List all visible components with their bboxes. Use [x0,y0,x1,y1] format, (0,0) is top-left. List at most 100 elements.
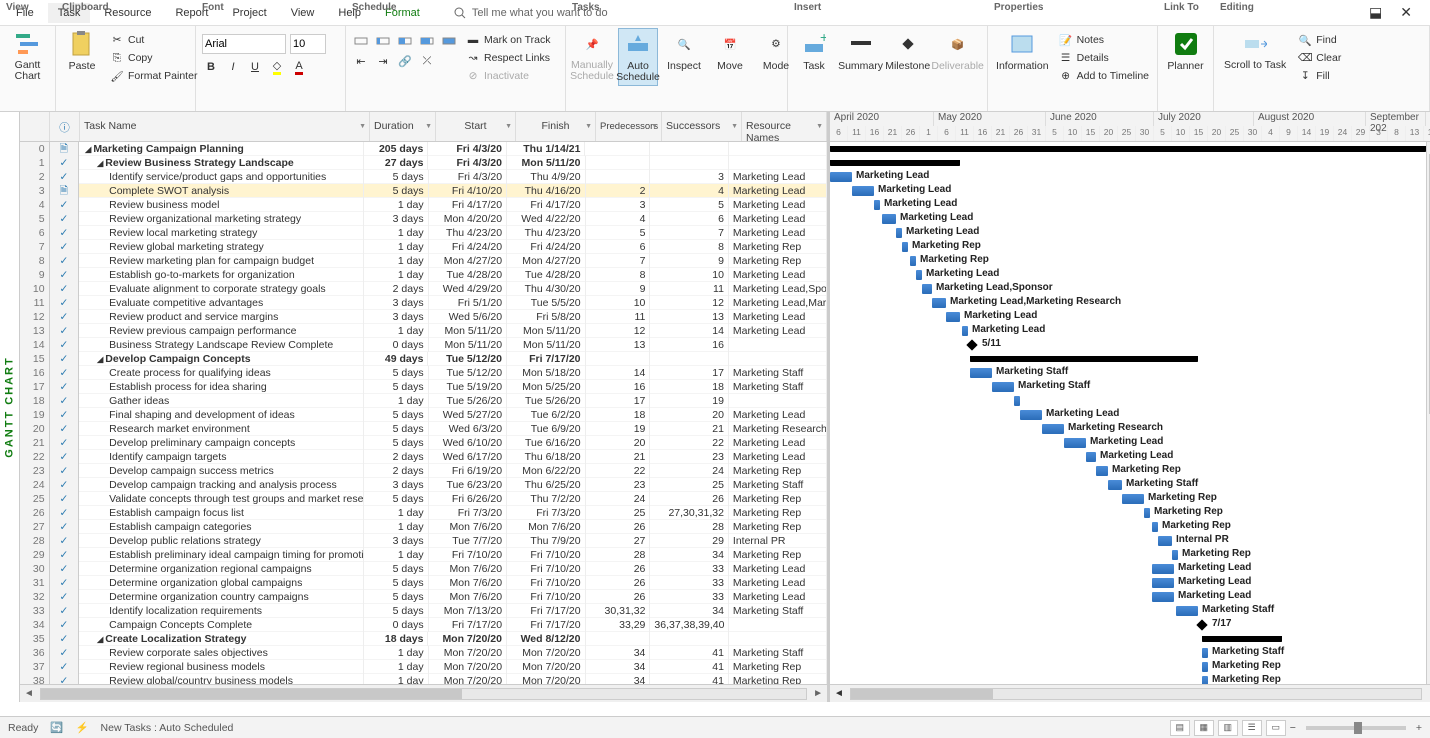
table-row[interactable]: 30✓Determine organization regional campa… [20,562,827,576]
cell-successors[interactable]: 11 [650,282,729,296]
table-row[interactable]: 6✓Review local marketing strategy1 dayTh… [20,226,827,240]
scroll-right-icon[interactable]: ► [813,688,823,699]
cell-duration[interactable]: 1 day [364,394,429,408]
summary-button[interactable]: Summary [840,28,881,74]
zoom-in-button[interactable]: + [1416,722,1422,734]
cell-task-name[interactable]: Determine organization regional campaign… [79,562,364,576]
cell-finish[interactable]: Fri 7/10/20 [507,576,586,590]
task-bar[interactable] [1172,550,1178,560]
cell-duration[interactable]: 1 day [364,198,429,212]
task-bar[interactable] [902,242,908,252]
cell-successors[interactable]: 20 [650,408,729,422]
cell-duration[interactable]: 5 days [364,366,429,380]
notes-button[interactable]: 📝Notes [1057,32,1151,48]
cell-duration[interactable]: 2 days [364,282,429,296]
cell-task-name[interactable]: Final shaping and development of ideas [79,408,364,422]
cell-start[interactable]: Wed 5/6/20 [429,310,508,324]
cell-successors[interactable]: 21 [650,422,729,436]
cell-predecessors[interactable]: 9 [586,282,651,296]
cell-start[interactable]: Mon 5/11/20 [429,338,508,352]
cell-duration[interactable]: 49 days [364,352,429,366]
gantt-chart-area[interactable]: Marketing Lead Marketing Lead Marketing Le… [830,142,1430,684]
task-bar[interactable] [896,228,902,238]
table-row[interactable]: 12✓Review product and service margins3 d… [20,310,827,324]
cell-successors[interactable]: 14 [650,324,729,338]
cell-finish[interactable]: Fri 7/17/20 [507,618,586,632]
close-icon[interactable]: ✕ [1400,4,1412,21]
cell-resources[interactable] [729,142,827,156]
italic-button[interactable]: I [224,58,242,76]
table-row[interactable]: 7✓Review global marketing strategy1 dayF… [20,240,827,254]
cell-task-name[interactable]: Review global/country business models [79,674,364,685]
cell-duration[interactable]: 3 days [364,212,429,226]
table-row[interactable]: 16✓Create process for qualifying ideas5 … [20,366,827,380]
cell-task-name[interactable]: Campaign Concepts Complete [79,618,364,632]
cell-finish[interactable]: Thu 6/18/20 [507,450,586,464]
cell-finish[interactable]: Mon 7/6/20 [507,520,586,534]
gantt-v-scrollbar[interactable] [1426,142,1430,684]
cell-resources[interactable]: Marketing Rep [729,674,827,685]
cell-successors[interactable]: 22 [650,436,729,450]
cell-duration[interactable]: 3 days [364,296,429,310]
cell-predecessors[interactable]: 26 [586,520,651,534]
task-bar[interactable] [1176,606,1198,616]
cell-predecessors[interactable]: 4 [586,212,651,226]
gantt-row[interactable]: Marketing Rep [830,674,1430,684]
cell-successors[interactable]: 23 [650,450,729,464]
cell-successors[interactable]: 33 [650,590,729,604]
cell-start[interactable]: Mon 5/11/20 [429,324,508,338]
cell-resources[interactable] [729,338,827,352]
cell-finish[interactable]: Thu 6/25/20 [507,478,586,492]
cell-start[interactable]: Wed 5/27/20 [429,408,508,422]
cell-duration[interactable]: 2 days [364,464,429,478]
cell-finish[interactable]: Mon 5/11/20 [507,324,586,338]
cell-finish[interactable]: Thu 4/23/20 [507,226,586,240]
cell-duration[interactable]: 27 days [364,156,429,170]
gantt-row[interactable]: Marketing Lead [830,450,1430,464]
table-row[interactable]: 22✓Identify campaign targets2 daysWed 6/… [20,450,827,464]
cell-resources[interactable]: Marketing Lead [729,184,827,198]
gantt-row[interactable] [830,156,1430,170]
zoom-thumb[interactable] [1354,722,1362,734]
cell-resources[interactable]: Marketing Staff [729,380,827,394]
respect-links-button[interactable]: ↝Respect Links [464,50,553,66]
summary-bar[interactable] [830,160,960,166]
cell-predecessors[interactable]: 26 [586,576,651,590]
gantt-row[interactable]: Marketing Lead [830,324,1430,338]
cell-successors[interactable]: 9 [650,254,729,268]
cell-successors[interactable]: 5 [650,198,729,212]
gantt-row[interactable] [830,394,1430,408]
cell-successors[interactable]: 12 [650,296,729,310]
gantt-row[interactable]: Marketing Rep [830,254,1430,268]
cell-resources[interactable]: Marketing Rep [729,660,827,674]
cell-predecessors[interactable]: 5 [586,226,651,240]
cell-resources[interactable]: Marketing Lead [729,450,827,464]
cell-duration[interactable]: 5 days [364,576,429,590]
copy-button[interactable]: ⎘Copy [108,50,199,66]
cell-finish[interactable]: Tue 5/5/20 [507,296,586,310]
cell-predecessors[interactable]: 24 [586,492,651,506]
task-bar[interactable] [1144,508,1150,518]
gantt-row[interactable]: Marketing Lead [830,268,1430,282]
cell-successors[interactable]: 10 [650,268,729,282]
cell-finish[interactable]: Wed 4/22/20 [507,212,586,226]
cell-finish[interactable]: Mon 5/11/20 [507,156,586,170]
cell-successors[interactable]: 41 [650,674,729,685]
cell-start[interactable]: Fri 6/19/20 [429,464,508,478]
cell-task-name[interactable]: Establish preliminary ideal campaign tim… [79,548,364,562]
cell-predecessors[interactable]: 7 [586,254,651,268]
cell-finish[interactable]: Thu 4/9/20 [507,170,586,184]
cell-successors[interactable]: 41 [650,660,729,674]
cell-duration[interactable]: 2 days [364,450,429,464]
cell-finish[interactable]: Mon 5/18/20 [507,366,586,380]
task-bar[interactable] [910,256,916,266]
table-row[interactable]: 18✓Gather ideas1 dayTue 5/26/20Tue 5/26/… [20,394,827,408]
table-row[interactable]: 27✓Establish campaign categories1 dayMon… [20,520,827,534]
cell-duration[interactable]: 0 days [364,338,429,352]
cell-task-name[interactable]: Determine organization country campaigns [79,590,364,604]
cell-start[interactable]: Wed 4/29/20 [429,282,508,296]
cell-resources[interactable]: Marketing Lead,Marketing Research [729,296,827,310]
task-bar[interactable] [882,214,896,224]
cell-successors[interactable]: 28 [650,520,729,534]
cell-resources[interactable]: Marketing Lead [729,268,827,282]
